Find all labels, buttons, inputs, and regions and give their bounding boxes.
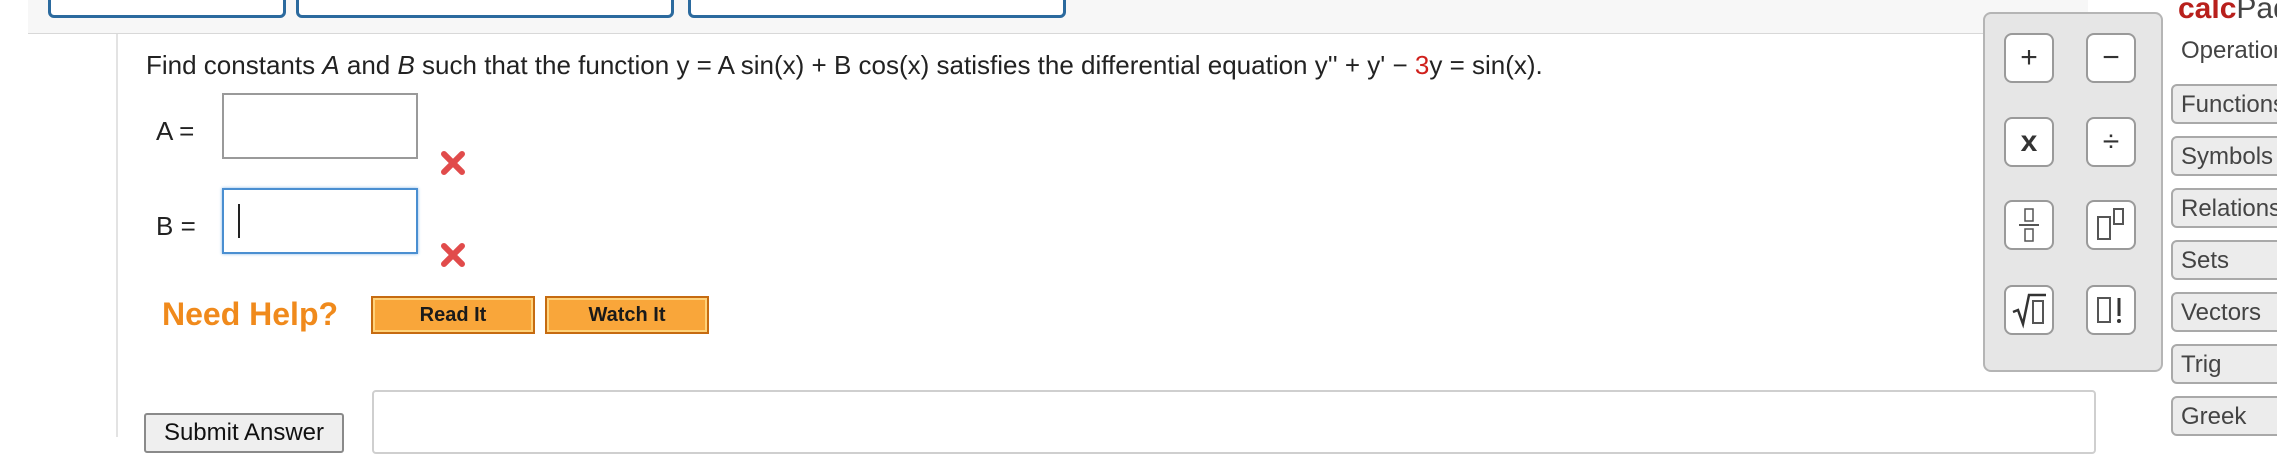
incorrect-icon [441,151,465,175]
tab-symbols[interactable]: Symbols [2171,136,2277,176]
tab-greek[interactable]: Greek [2171,396,2277,436]
submit-answer-button[interactable]: Submit Answer [144,413,344,453]
answer-a-input[interactable] [222,93,418,159]
sqrt-icon[interactable] [2004,285,2054,335]
divide-icon[interactable]: ÷ [2086,117,2136,167]
exponent-icon[interactable] [2086,200,2136,250]
differential-equation: y'' + y' − 3y = sin(x). [1314,50,1543,80]
read-it-button[interactable]: Read It [371,296,535,334]
toolbar-button[interactable] [296,0,674,18]
factorial-icon[interactable] [2086,285,2136,335]
multiply-icon[interactable]: x [2004,117,2054,167]
plus-icon[interactable]: + [2004,33,2054,83]
tab-vectors[interactable]: Vectors [2171,292,2277,332]
answer-a-label: A = [156,116,195,146]
tab-sets[interactable]: Sets [2171,240,2277,280]
tab-relations[interactable]: Relations [2171,188,2277,228]
toolbar-button[interactable] [688,0,1066,18]
function-expression: y = A sin(x) + B cos(x) [676,50,930,80]
minus-icon[interactable]: − [2086,33,2136,83]
tab-trig[interactable]: Trig [2171,344,2277,384]
calcpad-title: calcPad [2178,0,2277,25]
toolbar-button[interactable] [48,0,286,18]
incorrect-icon [441,243,465,267]
notes-area[interactable] [372,390,2096,454]
answer-b-input[interactable] [222,188,418,254]
question-text: Find constants A and B such that the fun… [146,50,1543,80]
fraction-icon[interactable] [2004,200,2054,250]
content-divider [116,34,118,437]
text-caret [238,204,240,238]
tab-operations[interactable]: Operations [2171,30,2277,70]
top-toolbar [28,0,2088,34]
answer-b-label: B = [156,211,196,241]
tab-functions[interactable]: Functions [2171,84,2277,124]
watch-it-button[interactable]: Watch It [545,296,709,334]
need-help-label: Need Help? [162,296,339,332]
